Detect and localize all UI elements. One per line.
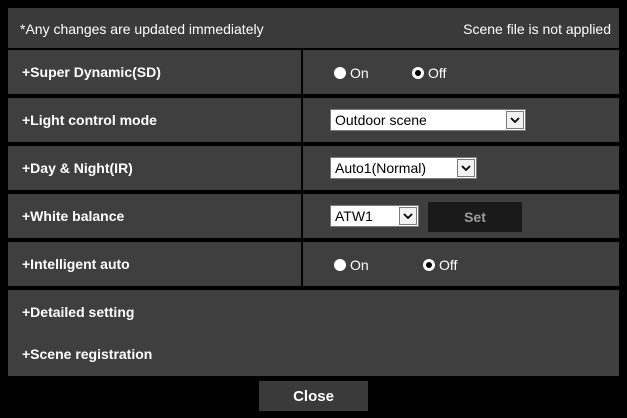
super-dynamic-label[interactable]: +Super Dynamic(SD): [8, 50, 301, 94]
white-balance-cell: ATW1 Set: [303, 194, 619, 238]
radio-selected-icon: [412, 67, 424, 79]
row-intelligent-auto: +Intelligent auto On Off: [8, 242, 619, 288]
chevron-down-icon: [457, 159, 475, 177]
detailed-setting-link[interactable]: +Detailed setting: [8, 290, 619, 334]
row-detailed-setting: +Detailed setting: [8, 290, 619, 336]
day-night-cell: Auto1(Normal): [303, 146, 619, 190]
white-balance-label[interactable]: +White balance: [8, 194, 301, 238]
chevron-down-icon: [506, 111, 524, 129]
day-night-select[interactable]: Auto1(Normal): [330, 157, 477, 179]
radio-selected-icon: [423, 259, 435, 271]
chevron-down-icon: [399, 207, 417, 225]
panel-header: *Any changes are updated immediately Sce…: [8, 8, 619, 48]
scene-registration-link[interactable]: +Scene registration: [8, 332, 619, 376]
row-light-control: +Light control mode Outdoor scene: [8, 98, 619, 144]
super-dynamic-on-radio[interactable]: On: [334, 64, 369, 82]
row-day-night: +Day & Night(IR) Auto1(Normal): [8, 146, 619, 192]
row-super-dynamic: +Super Dynamic(SD) On Off: [8, 50, 619, 96]
intelligent-auto-label[interactable]: +Intelligent auto: [8, 242, 301, 286]
image-adjust-panel: *Any changes are updated immediately Sce…: [0, 0, 627, 418]
intelligent-auto-off-label: Off: [439, 257, 458, 273]
light-control-cell: Outdoor scene: [303, 98, 619, 142]
super-dynamic-options: On Off: [303, 50, 619, 94]
close-button[interactable]: Close: [259, 381, 368, 411]
super-dynamic-off-radio[interactable]: Off: [412, 64, 446, 82]
radio-unselected-icon: [334, 67, 346, 79]
intelligent-auto-off-radio[interactable]: Off: [423, 256, 457, 274]
white-balance-value: ATW1: [335, 208, 373, 224]
light-control-label[interactable]: +Light control mode: [8, 98, 301, 142]
light-control-select[interactable]: Outdoor scene: [330, 109, 526, 131]
intelligent-auto-options: On Off: [303, 242, 619, 286]
row-white-balance: +White balance ATW1 Set: [8, 194, 619, 240]
white-balance-set-button[interactable]: Set: [428, 202, 522, 232]
scene-file-status: Scene file is not applied: [463, 21, 611, 37]
day-night-value: Auto1(Normal): [335, 160, 427, 176]
light-control-value: Outdoor scene: [335, 112, 427, 128]
intelligent-auto-on-label: On: [350, 257, 369, 273]
super-dynamic-on-label: On: [350, 65, 369, 81]
super-dynamic-off-label: Off: [428, 65, 447, 81]
day-night-label[interactable]: +Day & Night(IR): [8, 146, 301, 190]
intelligent-auto-on-radio[interactable]: On: [334, 256, 369, 274]
radio-unselected-icon: [334, 259, 346, 271]
row-scene-registration: +Scene registration: [8, 332, 619, 378]
update-note: *Any changes are updated immediately: [20, 21, 264, 37]
white-balance-select[interactable]: ATW1: [330, 205, 419, 227]
